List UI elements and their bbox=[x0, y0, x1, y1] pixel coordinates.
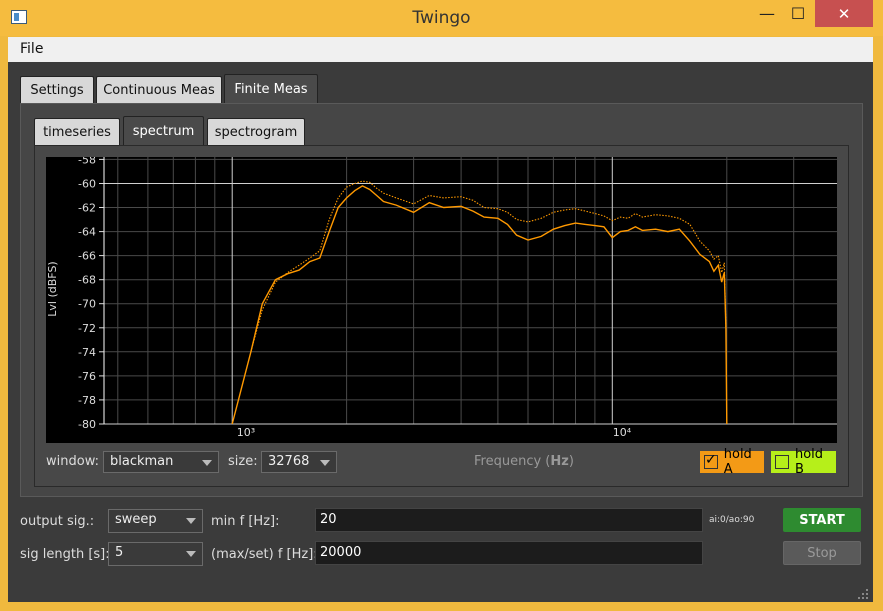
y-tick-label: -70 bbox=[78, 298, 96, 311]
series-hold-a bbox=[231, 185, 728, 425]
size-select[interactable]: 32768 bbox=[261, 451, 337, 473]
max-f-field[interactable]: 20000 bbox=[315, 541, 703, 565]
main-panel: Settings Continuous Meas Finite Meas tim… bbox=[8, 62, 873, 602]
x-tick-10k: 10⁴ bbox=[613, 426, 632, 439]
resize-grip-icon[interactable] bbox=[857, 588, 869, 600]
tab-continuous-meas[interactable]: Continuous Meas bbox=[96, 76, 222, 104]
y-tick-label: -78 bbox=[78, 394, 96, 407]
min-f-label: min f [Hz]: bbox=[211, 514, 280, 529]
y-tick-label: -80 bbox=[78, 418, 96, 431]
output-sig-label: output sig.: bbox=[20, 514, 95, 529]
sig-length-select[interactable]: 5 bbox=[108, 542, 203, 566]
close-button[interactable]: ✕ bbox=[815, 0, 873, 27]
hold-b-label: hold B bbox=[794, 447, 824, 477]
chevron-down-icon bbox=[320, 460, 330, 466]
y-axis-label: Lvl (dBFS) bbox=[46, 261, 59, 316]
y-tick-labels: -58 -60 -62 -64 -66 -68 -70 -72 -74 -76 -78 -80 bbox=[78, 157, 104, 431]
chevron-down-icon bbox=[202, 460, 212, 466]
check-icon: ✓ bbox=[705, 452, 717, 468]
stop-button[interactable]: Stop bbox=[783, 541, 861, 565]
series-group bbox=[231, 180, 728, 425]
y-tick-label: -76 bbox=[78, 370, 96, 383]
hold-a-checkbox[interactable]: ✓ bbox=[704, 452, 718, 469]
y-tick-label: -66 bbox=[78, 250, 96, 263]
output-sig-value: sweep bbox=[115, 512, 157, 527]
tab-spectrum[interactable]: spectrum bbox=[123, 116, 204, 146]
chevron-down-icon bbox=[186, 518, 196, 524]
y-tick-label: -74 bbox=[78, 346, 96, 359]
tab-settings[interactable]: Settings bbox=[20, 76, 94, 104]
y-tick-label: -72 bbox=[78, 322, 96, 335]
x-axis-label: Frequency (Hz) bbox=[474, 454, 574, 469]
y-tick-label: -62 bbox=[78, 202, 96, 215]
y-tick-label: -64 bbox=[78, 226, 96, 239]
tab-spectrogram[interactable]: spectrogram bbox=[207, 118, 305, 146]
tab-finite-meas[interactable]: Finite Meas bbox=[224, 74, 318, 104]
min-f-field[interactable]: 20 bbox=[315, 508, 703, 532]
hold-b-toggle[interactable]: hold B bbox=[771, 447, 836, 477]
y-tick-label: -60 bbox=[78, 178, 96, 191]
window-select-value: blackman bbox=[110, 454, 174, 469]
tab-timeseries[interactable]: timeseries bbox=[34, 118, 120, 146]
x-axis-label-pre: Frequency ( bbox=[474, 454, 551, 469]
x-axis-label-post: ) bbox=[568, 454, 574, 469]
sig-length-value: 5 bbox=[115, 545, 124, 560]
io-status: ai:0/ao:90 bbox=[709, 515, 755, 525]
sig-length-label: sig length [s]: bbox=[20, 547, 110, 562]
x-tick-1k: 10³ bbox=[237, 426, 255, 439]
output-sig-select[interactable]: sweep bbox=[108, 509, 203, 533]
size-label: size: bbox=[228, 454, 258, 469]
size-select-value: 32768 bbox=[268, 454, 310, 469]
y-tick-label: -58 bbox=[78, 157, 96, 166]
start-button[interactable]: START bbox=[783, 508, 861, 532]
window-label: window: bbox=[46, 454, 99, 469]
window-select[interactable]: blackman bbox=[103, 451, 219, 473]
minimize-button[interactable]: — bbox=[752, 0, 782, 27]
hold-b-checkbox[interactable] bbox=[775, 455, 789, 469]
window-title: Twingo bbox=[412, 8, 471, 28]
menu-file[interactable]: File bbox=[20, 41, 43, 57]
y-tick-label: -68 bbox=[78, 274, 96, 287]
series-hold-b bbox=[250, 180, 727, 352]
spectrum-plot[interactable]: -58 -60 -62 -64 -66 -68 -70 -72 -74 -76 -78 -80 Lvl… bbox=[46, 157, 837, 443]
menu-bar: File bbox=[8, 37, 873, 62]
x-axis-label-unit: Hz bbox=[550, 454, 569, 469]
title-bar: Twingo — ☐ ✕ bbox=[0, 0, 883, 36]
maximize-button[interactable]: ☐ bbox=[783, 0, 813, 27]
chevron-down-icon bbox=[186, 551, 196, 557]
hold-a-toggle[interactable]: ✓ hold A bbox=[700, 447, 764, 477]
max-f-label: (max/set) f [Hz]: bbox=[211, 547, 318, 562]
hold-a-label: hold A bbox=[723, 447, 752, 477]
